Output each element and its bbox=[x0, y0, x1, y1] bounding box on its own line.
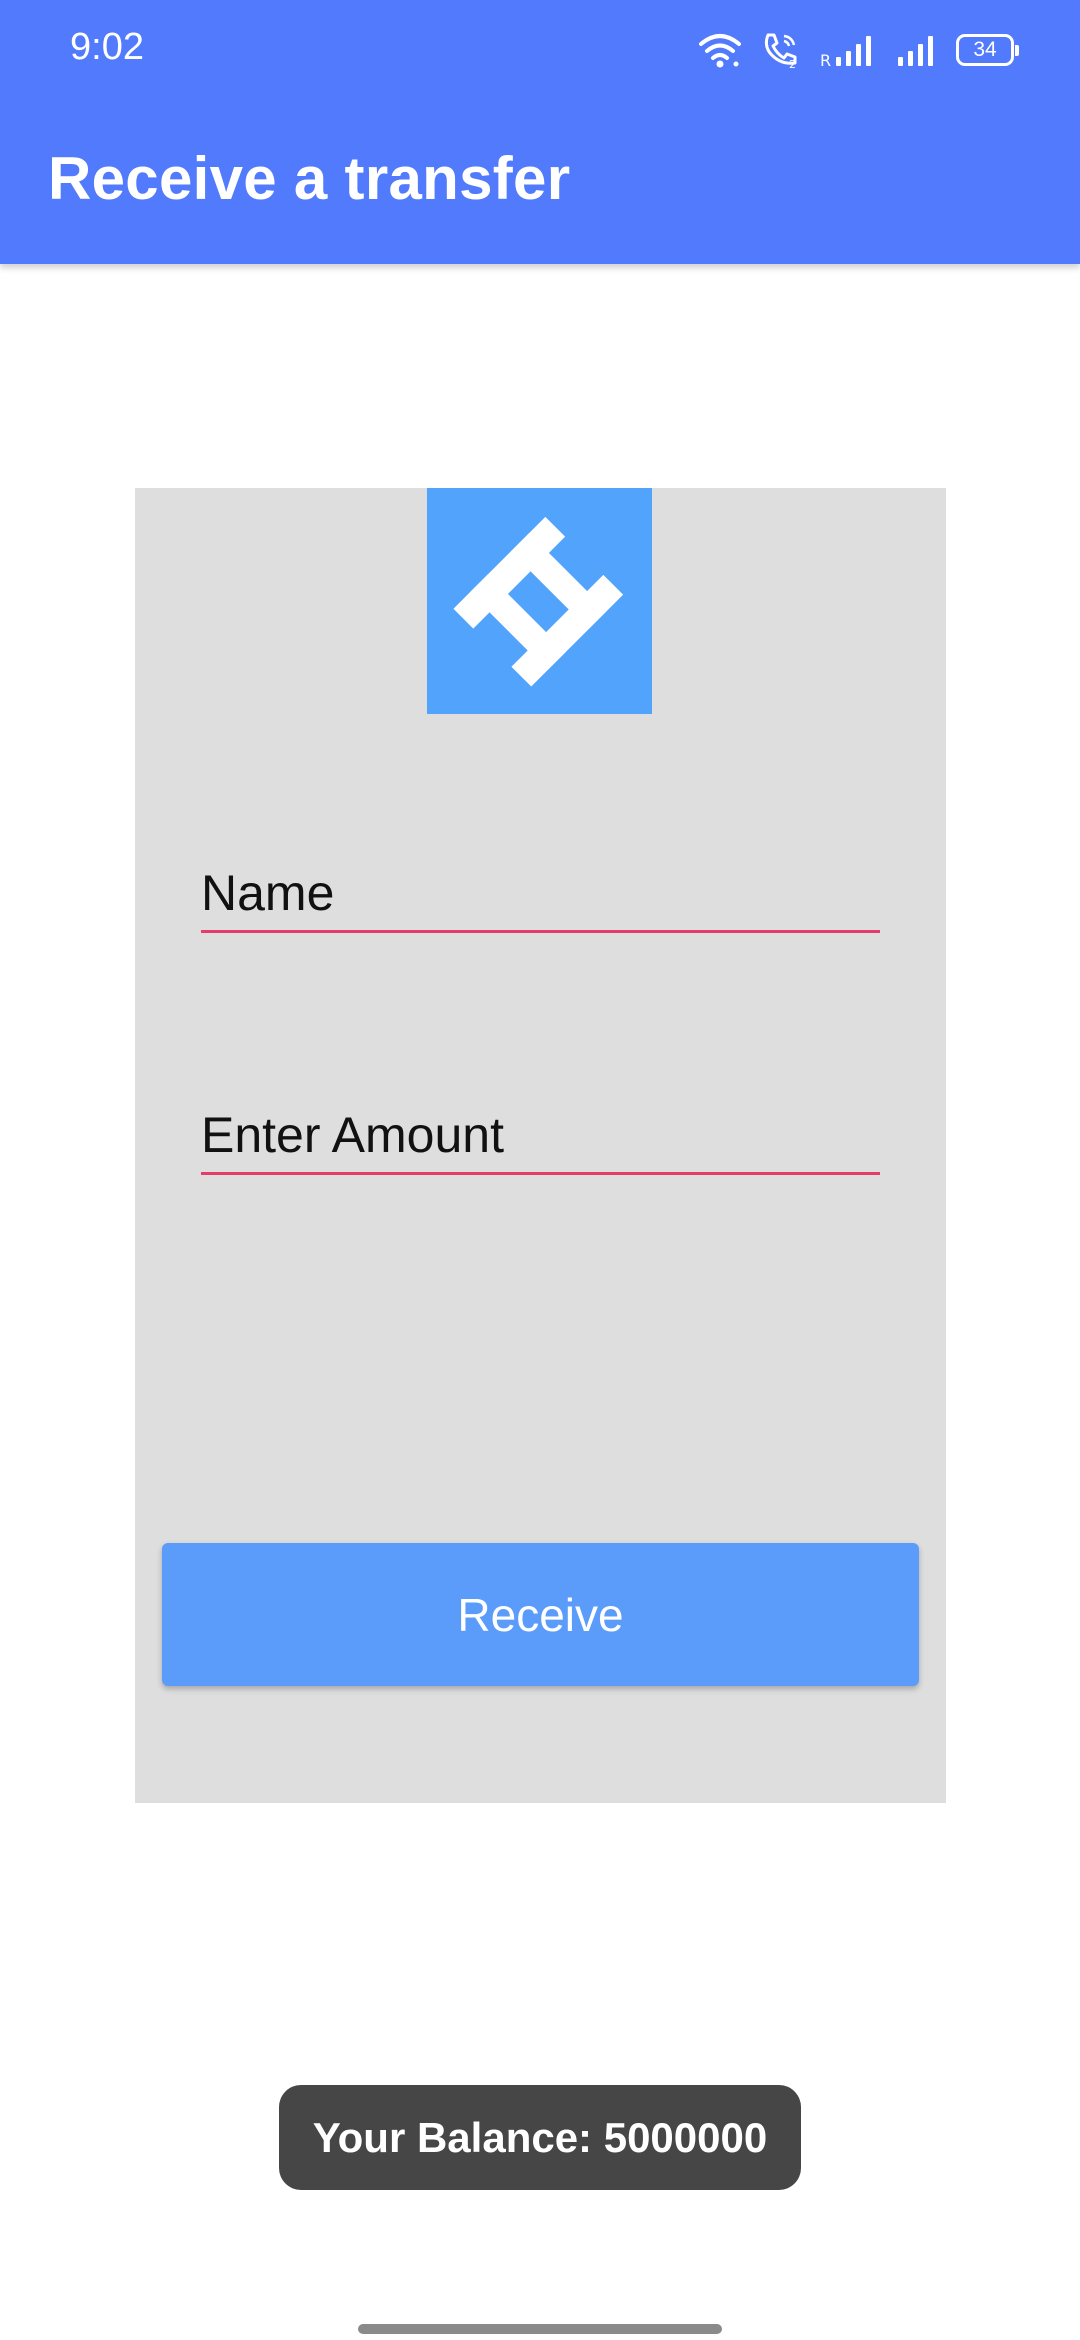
roaming-label: R bbox=[820, 51, 831, 67]
amount-field-container bbox=[201, 1055, 880, 1175]
name-field-container bbox=[201, 813, 880, 933]
signal-icon: R bbox=[820, 36, 871, 67]
app-bar: 9:02 2 R 34 Receive a transfer bbox=[0, 0, 1080, 264]
wifi-calling-icon: 2 bbox=[764, 33, 797, 69]
status-icons: 2 R 34 bbox=[698, 28, 1019, 72]
wifi-icon bbox=[699, 34, 741, 68]
receive-button[interactable]: Receive bbox=[162, 1543, 919, 1686]
balance-toast: Your Balance: 5000000 bbox=[279, 2085, 801, 2190]
signal-icon bbox=[898, 36, 933, 66]
svg-text:2: 2 bbox=[789, 58, 796, 69]
name-input[interactable] bbox=[201, 864, 880, 922]
app-logo-icon bbox=[427, 488, 652, 714]
home-indicator[interactable] bbox=[358, 2324, 722, 2334]
battery-icon: 34 bbox=[956, 34, 1019, 66]
page-title: Receive a transfer bbox=[48, 145, 571, 212]
status-time: 9:02 bbox=[70, 26, 144, 68]
amount-input[interactable] bbox=[201, 1106, 880, 1164]
transfer-form-card: Receive bbox=[135, 488, 946, 1803]
